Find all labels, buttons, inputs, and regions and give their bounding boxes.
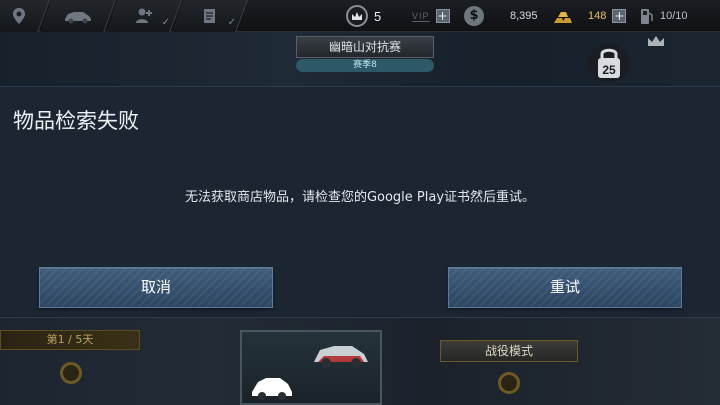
gold-plus-button[interactable]: + xyxy=(612,9,627,23)
missions-button[interactable]: ✓ xyxy=(172,0,248,32)
dialog-title: 物品检索失败 xyxy=(13,109,139,133)
top-hud-bar: ✓ ✓ 5 VIP + $ 8,395 148 + 10/10 xyxy=(0,0,720,32)
map-pin-icon xyxy=(12,8,25,24)
gold-bars-icon xyxy=(554,12,572,23)
user-add-icon xyxy=(135,8,152,23)
lock-icon: 25 xyxy=(598,48,620,78)
crown-counter: 5 xyxy=(346,5,381,27)
coin-icon: $ xyxy=(464,6,484,26)
dialog-message: 无法获取商店物品，请检查您的Google Play证书然后重试。 xyxy=(184,190,536,205)
map-marker[interactable] xyxy=(60,362,82,384)
error-dialog: 物品检索失败 无法获取商店物品，请检查您的Google Play证书然后重试。 … xyxy=(0,86,720,318)
document-icon xyxy=(203,9,215,23)
fuel-amount: 10/10 xyxy=(660,10,688,22)
retry-button[interactable]: 重试 xyxy=(448,267,682,308)
crown-icon xyxy=(648,36,664,46)
gold-counter[interactable]: 148 + xyxy=(552,5,627,27)
car-icon xyxy=(252,378,292,400)
badge-number: 25 xyxy=(602,63,616,77)
crown-count: 5 xyxy=(374,8,382,24)
money-amount: 8,395 xyxy=(510,10,538,22)
event-title: 幽暗山对抗赛 xyxy=(296,36,434,58)
vip-indicator[interactable]: VIP + xyxy=(412,5,450,27)
day-progress-label: 第1 / 5天 xyxy=(0,330,140,350)
fuel-pump-icon xyxy=(641,9,653,24)
map-marker[interactable] xyxy=(498,372,520,394)
crown-icon xyxy=(346,5,368,27)
crew-button[interactable]: ✓ xyxy=(106,0,182,32)
fuel-counter[interactable]: 10/10 xyxy=(640,5,688,27)
garage-button[interactable] xyxy=(40,0,116,32)
car-icon xyxy=(314,346,368,368)
vip-label: VIP xyxy=(412,10,430,22)
check-icon: ✓ xyxy=(161,17,170,28)
campaign-mode-label[interactable]: 战役模式 xyxy=(440,340,578,362)
season-label: 赛季8 xyxy=(296,59,434,72)
money-counter[interactable]: $ 8,395 xyxy=(464,5,538,27)
level-badge: 25 xyxy=(588,44,630,82)
car-icon xyxy=(64,12,91,24)
vip-plus-button[interactable]: + xyxy=(435,9,450,23)
check-icon: ✓ xyxy=(227,17,236,28)
gold-amount: 148 xyxy=(588,10,607,22)
cancel-button[interactable]: 取消 xyxy=(39,267,273,308)
